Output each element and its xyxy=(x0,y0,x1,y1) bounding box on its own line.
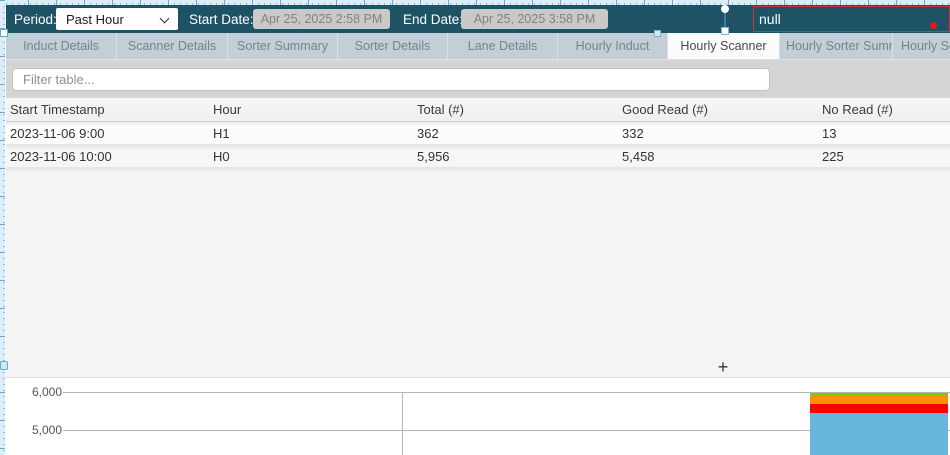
period-label: Period: xyxy=(14,12,57,27)
y-axis-tick-label: 5,000 xyxy=(16,423,62,437)
tab-selection-handle[interactable] xyxy=(654,30,661,37)
table-empty-area xyxy=(6,168,950,378)
cell-no-read: 13 xyxy=(822,126,950,141)
tab-sorter-summary[interactable]: Sorter Summary xyxy=(228,33,338,59)
cell-hour: H0 xyxy=(213,149,417,164)
column-header-total[interactable]: Total (#) xyxy=(417,102,622,117)
period-select-value: Past Hour xyxy=(66,12,124,27)
stacked-bar xyxy=(810,393,948,455)
cell-hour: H1 xyxy=(213,126,417,141)
table-row[interactable]: 2023-11-06 9:00 H1 362 332 13 xyxy=(6,122,950,145)
cell-total: 362 xyxy=(417,126,622,141)
hourly-scanner-chart: 6,000 5,000 xyxy=(6,378,950,455)
cell-start-timestamp: 2023-11-06 9:00 xyxy=(10,126,213,141)
tab-bar: Induct Details Scanner Details Sorter Su… xyxy=(6,33,950,60)
start-date-label: Start Date: xyxy=(189,12,254,27)
column-header-no-read[interactable]: No Read (#) xyxy=(822,102,950,117)
tab-hourly-induct[interactable]: Hourly Induct xyxy=(558,33,668,59)
vertical-ruler xyxy=(0,0,5,455)
column-header-good-read[interactable]: Good Read (#) xyxy=(622,102,822,117)
vertical-gridline xyxy=(402,392,403,455)
end-date-label: End Date: xyxy=(403,12,463,27)
record-dot-icon xyxy=(930,22,937,29)
bar-segment-blue xyxy=(810,413,948,455)
bar-segment-orange xyxy=(810,395,948,404)
table-row[interactable]: 2023-11-06 10:00 H0 5,956 5,458 225 xyxy=(6,145,950,168)
column-header-hour[interactable]: Hour xyxy=(213,102,417,117)
null-overlay-value: null xyxy=(759,11,781,27)
column-header-start-timestamp[interactable]: Start Timestamp xyxy=(10,102,213,117)
filter-table-input[interactable] xyxy=(12,68,770,91)
tab-hourly-sorter-summary[interactable]: Hourly Sorter Summar xyxy=(780,33,893,59)
table-header-row: Start Timestamp Hour Total (#) Good Read… xyxy=(6,97,950,122)
tab-induct-details[interactable]: Induct Details xyxy=(6,33,117,59)
left-edge-handle[interactable] xyxy=(0,29,8,37)
period-select[interactable]: Past Hour xyxy=(56,8,178,30)
filter-bar xyxy=(6,60,950,97)
ruler-marker-handle[interactable] xyxy=(0,361,8,370)
bar-segment-red xyxy=(810,404,948,413)
horizontal-ruler xyxy=(0,0,950,5)
cell-total: 5,956 xyxy=(417,149,622,164)
selection-square-handle[interactable] xyxy=(721,27,729,35)
tab-sorter-details[interactable]: Sorter Details xyxy=(338,33,448,59)
tab-scanner-details[interactable]: Scanner Details xyxy=(117,33,228,59)
chevron-down-icon xyxy=(160,14,170,24)
tab-hourly-scanner[interactable]: Hourly Scanner xyxy=(668,33,780,59)
selection-circle-handle[interactable] xyxy=(721,5,729,13)
add-widget-button[interactable]: + xyxy=(712,357,734,377)
y-axis-tick-label: 6,000 xyxy=(16,385,62,399)
tab-lane-details[interactable]: Lane Details xyxy=(448,33,558,59)
tab-hourly-sorter[interactable]: Hourly Sort xyxy=(893,33,950,59)
end-date-input[interactable]: Apr 25, 2025 3:58 PM xyxy=(461,9,608,29)
cell-start-timestamp: 2023-11-06 10:00 xyxy=(10,149,213,164)
null-overlay-field[interactable]: null xyxy=(753,6,950,32)
cell-no-read: 225 xyxy=(822,149,950,164)
cell-good-read: 332 xyxy=(622,126,822,141)
start-date-input[interactable]: Apr 25, 2025 2:58 PM xyxy=(253,9,390,29)
cell-good-read: 5,458 xyxy=(622,149,822,164)
toolbar: Period: Past Hour Start Date: Apr 25, 20… xyxy=(6,5,950,33)
